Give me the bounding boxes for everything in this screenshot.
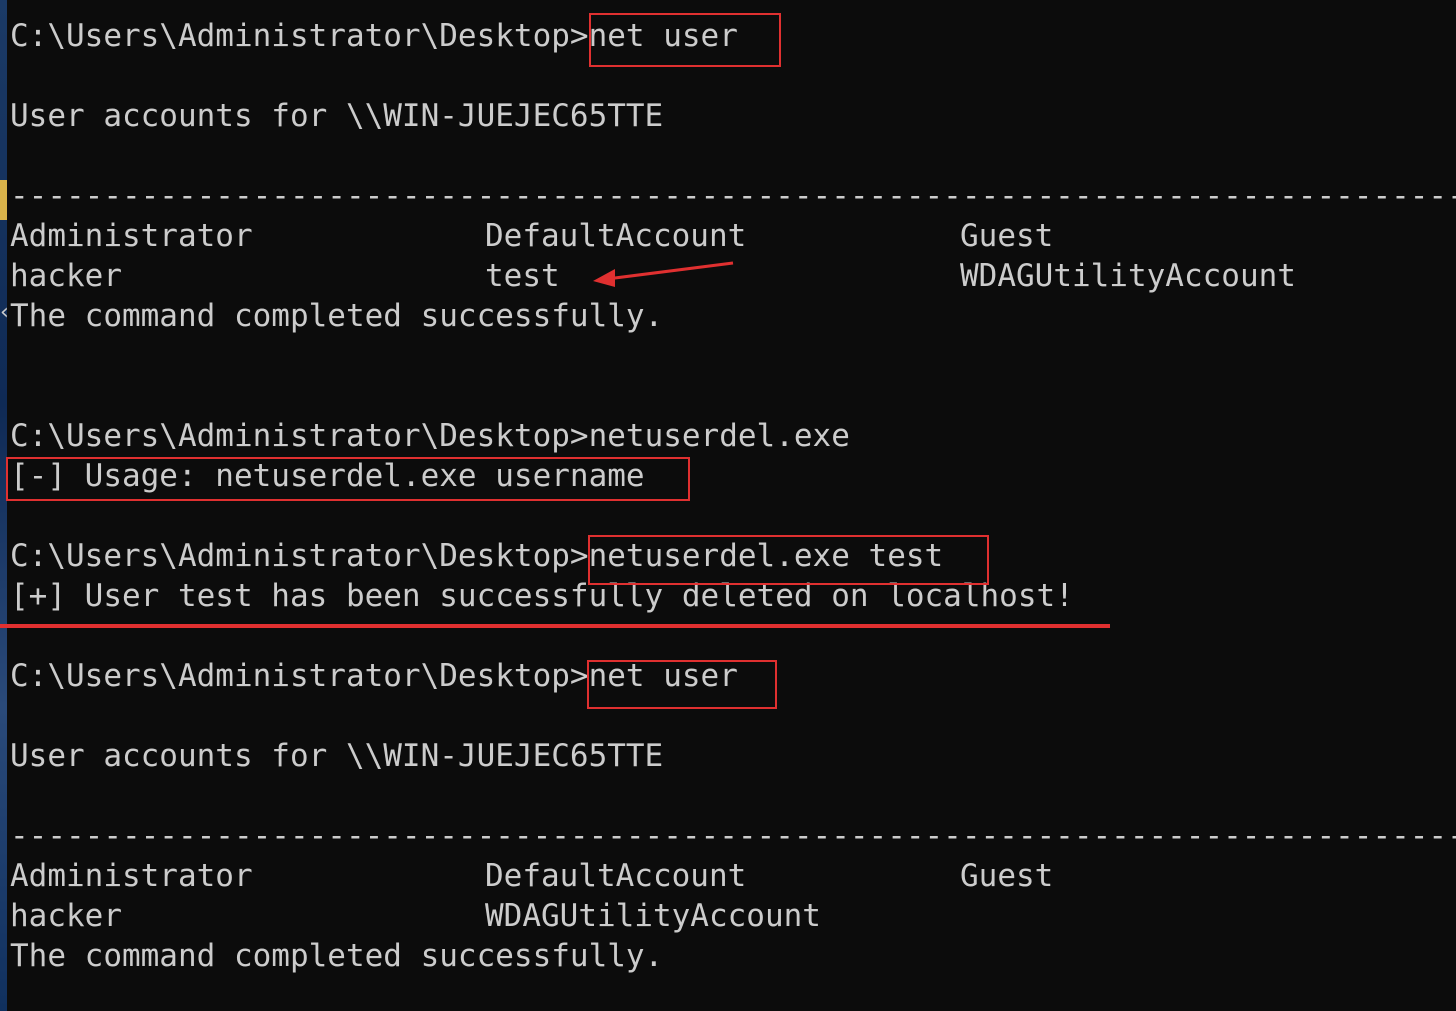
highlight-underline-success: [0, 624, 1110, 628]
table-row: hacker WDAGUtilityAccount: [10, 896, 1456, 936]
account-name: DefaultAccount: [485, 858, 747, 894]
prompt: C:\Users\Administrator\Desktop>: [10, 538, 589, 574]
separator: ----------------------------------------…: [10, 178, 1456, 214]
prompt: C:\Users\Administrator\Desktop>: [10, 18, 589, 54]
table-row: Administrator DefaultAccount Guest: [10, 856, 1456, 896]
account-name: Administrator: [10, 858, 253, 894]
command: netuserdel.exe: [588, 418, 850, 454]
accounts-header: User accounts for \\WIN-JUEJEC65TTE: [10, 738, 664, 774]
result-line: The command completed successfully.: [10, 298, 664, 334]
accounts-header: User accounts for \\WIN-JUEJEC65TTE: [10, 98, 664, 134]
table-row: Administrator DefaultAccount Guest: [10, 216, 1456, 256]
success-output: [+] User test has been successfully dele…: [10, 578, 1074, 614]
command-line: C:\Users\Administrator\Desktop>net user: [10, 656, 1456, 696]
result-line: The command completed successfully.: [10, 938, 664, 974]
account-name: DefaultAccount: [485, 218, 747, 254]
account-name: WDAGUtilityAccount: [485, 898, 821, 934]
command: netuserdel.exe test: [588, 538, 944, 574]
command: net user: [588, 658, 738, 694]
account-name: WDAGUtilityAccount: [960, 258, 1296, 294]
account-name: Guest: [960, 858, 1054, 894]
account-name: Administrator: [10, 218, 253, 254]
account-name: hacker: [10, 898, 122, 934]
edge-marker: [0, 180, 7, 220]
separator: ----------------------------------------…: [10, 818, 1456, 854]
usage-output: [-] Usage: netuserdel.exe username: [10, 458, 645, 494]
command-line: C:\Users\Administrator\Desktop>netuserde…: [10, 416, 1456, 456]
account-name: Guest: [960, 218, 1054, 254]
command-line: C:\Users\Administrator\Desktop>net user: [10, 16, 1456, 56]
terminal-output: C:\Users\Administrator\Desktop>net user …: [10, 16, 1456, 976]
arrow-icon: [593, 261, 734, 287]
prompt: C:\Users\Administrator\Desktop>: [10, 658, 589, 694]
command-line: C:\Users\Administrator\Desktop>netuserde…: [10, 536, 1456, 576]
command: net user: [588, 18, 738, 54]
window-edge-strip: ‹: [0, 0, 11, 1011]
account-name: hacker: [10, 258, 122, 294]
prompt: C:\Users\Administrator\Desktop>: [10, 418, 589, 454]
